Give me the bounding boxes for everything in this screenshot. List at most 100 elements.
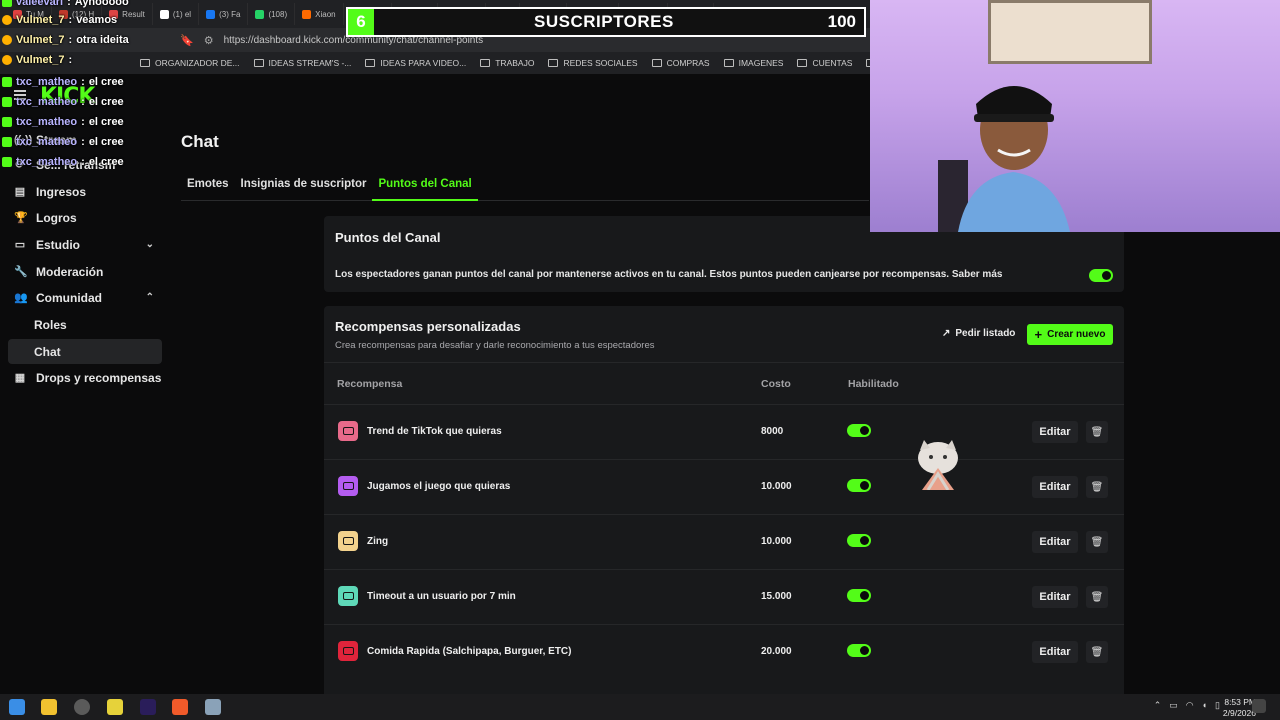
- chat-message-text: el cree: [88, 96, 124, 108]
- sidebar-item-comunidad[interactable]: 👥 Comunidad ⌃: [8, 285, 162, 310]
- user-badge-icon: [2, 15, 12, 25]
- battery-icon[interactable]: ▯: [1215, 700, 1220, 711]
- premiere-icon[interactable]: [140, 699, 156, 715]
- chat-username: txc_matheo: [16, 156, 78, 168]
- bookmark-item[interactable]: COMPRAS: [651, 58, 710, 68]
- tab-puntos-del-canal[interactable]: Puntos del Canal: [372, 174, 478, 201]
- cat-sticker-image: [918, 440, 958, 490]
- sidebar-item-drops[interactable]: ▦ Drops y recompensas: [8, 365, 162, 390]
- sidebar-item-estudio[interactable]: ▭ Estudio ⌄: [8, 232, 162, 257]
- windows-start-icon[interactable]: [9, 699, 25, 715]
- volume-icon[interactable]: ◖: [1202, 700, 1207, 711]
- tab-favicon-icon: [206, 9, 216, 19]
- reward-icon: [338, 476, 358, 496]
- file-explorer-icon[interactable]: [41, 699, 57, 715]
- obs-icon[interactable]: [74, 699, 90, 715]
- system-tray: ⌃ ▭ ◠ ◖ ▯: [1154, 700, 1220, 711]
- bookmark-item[interactable]: TRABAJO: [480, 58, 534, 68]
- chat-text: :: [81, 156, 85, 168]
- delete-reward-button[interactable]: 🗑: [1086, 641, 1108, 663]
- delete-reward-button[interactable]: 🗑: [1086, 421, 1108, 443]
- sidebar-item-chat[interactable]: Chat: [8, 339, 162, 364]
- channel-points-description: Los espectadores ganan puntos del canal …: [335, 269, 1003, 280]
- delete-reward-button[interactable]: 🗑: [1086, 476, 1108, 498]
- browser-tab[interactable]: (3) Fa: [199, 3, 249, 25]
- bookmark-item[interactable]: ORGANIZADOR DE...: [140, 58, 240, 68]
- bookmark-item[interactable]: IDEAS STREAM'S -...: [253, 58, 351, 68]
- chat-text: :: [67, 0, 71, 8]
- reward-cost: 10.000: [761, 481, 792, 492]
- sidebar-item-label: Ingresos: [36, 184, 87, 199]
- chat-text: :: [81, 76, 85, 88]
- chevron-down-icon: ⌄: [145, 239, 154, 250]
- chat-message-text: el cree: [88, 136, 124, 148]
- browser-tab[interactable]: (108): [248, 3, 296, 25]
- sidebar-item-roles[interactable]: Roles: [8, 312, 162, 337]
- folder-icon: [797, 59, 808, 67]
- streamer-image: [938, 86, 1070, 232]
- delete-reward-button[interactable]: 🗑: [1086, 531, 1108, 553]
- reward-enabled-toggle[interactable]: [847, 589, 871, 602]
- bookmark-item[interactable]: REDES SOCIALES: [548, 58, 638, 68]
- notes-icon[interactable]: [107, 699, 123, 715]
- edit-reward-button[interactable]: Editar: [1032, 421, 1078, 443]
- stream-chat-message: txc_matheo: el cree: [2, 76, 124, 88]
- chat-username: Vulmet_7: [16, 54, 65, 66]
- tab-emotes[interactable]: Emotes: [181, 174, 235, 201]
- tab-favicon-icon: [302, 9, 312, 19]
- tab-insignias[interactable]: Insignias de suscriptor: [235, 174, 373, 201]
- popout-list-button[interactable]: ↗ Pedir listado: [942, 328, 1015, 339]
- plus-icon: +: [1034, 327, 1043, 342]
- studio-icon: ▭: [14, 239, 26, 251]
- reward-enabled-toggle[interactable]: [847, 479, 871, 492]
- notifications-icon[interactable]: [1252, 699, 1266, 713]
- chat-username: txc_matheo: [16, 116, 78, 128]
- user-badge-icon: [2, 117, 12, 127]
- delete-reward-button[interactable]: 🗑: [1086, 586, 1108, 608]
- reward-enabled-toggle[interactable]: [847, 644, 871, 657]
- stream-chat-message: txc_matheo: el cree: [2, 136, 124, 148]
- browser-tab[interactable]: (1) el: [153, 3, 200, 25]
- reward-enabled-toggle[interactable]: [847, 424, 871, 437]
- channel-points-toggle[interactable]: [1089, 269, 1113, 282]
- bookmark-item[interactable]: IDEAS PARA VIDEO...: [365, 58, 466, 68]
- reward-name: Trend de TikTok que quieras: [367, 426, 502, 437]
- site-settings-icon[interactable]: ⚙: [204, 34, 214, 47]
- brave-icon[interactable]: [172, 699, 188, 715]
- sidebar-item-label: Chat: [34, 344, 61, 359]
- bookmark-icon[interactable]: 🔖: [180, 34, 194, 47]
- stream-chat-message: Vulmet_7:: [2, 54, 76, 66]
- sidebar-item-moderacion[interactable]: 🔧 Moderación: [8, 259, 162, 284]
- edit-reward-button[interactable]: Editar: [1032, 476, 1078, 498]
- browser-tab[interactable]: Xiaon: [295, 3, 344, 25]
- user-badge-icon: [2, 55, 12, 65]
- edit-reward-button[interactable]: Editar: [1032, 586, 1078, 608]
- bookmark-item[interactable]: IMAGENES: [723, 58, 783, 68]
- chat-text: :: [81, 116, 85, 128]
- reward-enabled-toggle[interactable]: [847, 534, 871, 547]
- tab-label: (1) el: [172, 9, 192, 19]
- chat-text: :: [81, 96, 85, 108]
- chevron-up-icon[interactable]: ⌃: [1154, 700, 1162, 711]
- edit-reward-button[interactable]: Editar: [1032, 641, 1078, 663]
- rewards-title: Recompensas personalizadas: [335, 319, 521, 334]
- bookmark-item[interactable]: CUENTAS: [797, 58, 852, 68]
- chat-text: :: [81, 136, 85, 148]
- sidebar-item-logros[interactable]: 🏆 Logros: [8, 205, 162, 230]
- edit-reward-button[interactable]: Editar: [1032, 531, 1078, 553]
- trash-icon: 🗑: [1090, 481, 1104, 493]
- calculator-icon[interactable]: [205, 699, 221, 715]
- folder-icon: [365, 59, 376, 67]
- windows-taskbar: ⌃ ▭ ◠ ◖ ▯ 8:53 PM 2/9/2026: [0, 694, 1280, 720]
- create-reward-button[interactable]: + Crear nuevo: [1027, 324, 1113, 345]
- column-header-cost: Costo: [761, 378, 791, 390]
- reward-row: Trend de TikTok que quieras 8000 Editar 🗑: [324, 404, 1124, 459]
- column-header-enabled: Habilitado: [848, 378, 899, 390]
- reward-icon: [338, 586, 358, 606]
- network-icon[interactable]: ▭: [1169, 700, 1178, 711]
- bookmark-label: TRABAJO: [495, 58, 535, 68]
- wifi-icon[interactable]: ◠: [1186, 700, 1194, 711]
- sidebar-item-label: Roles: [34, 317, 67, 332]
- sidebar-item-ingresos[interactable]: ▤ Ingresos: [8, 179, 162, 204]
- trash-icon: 🗑: [1090, 646, 1104, 658]
